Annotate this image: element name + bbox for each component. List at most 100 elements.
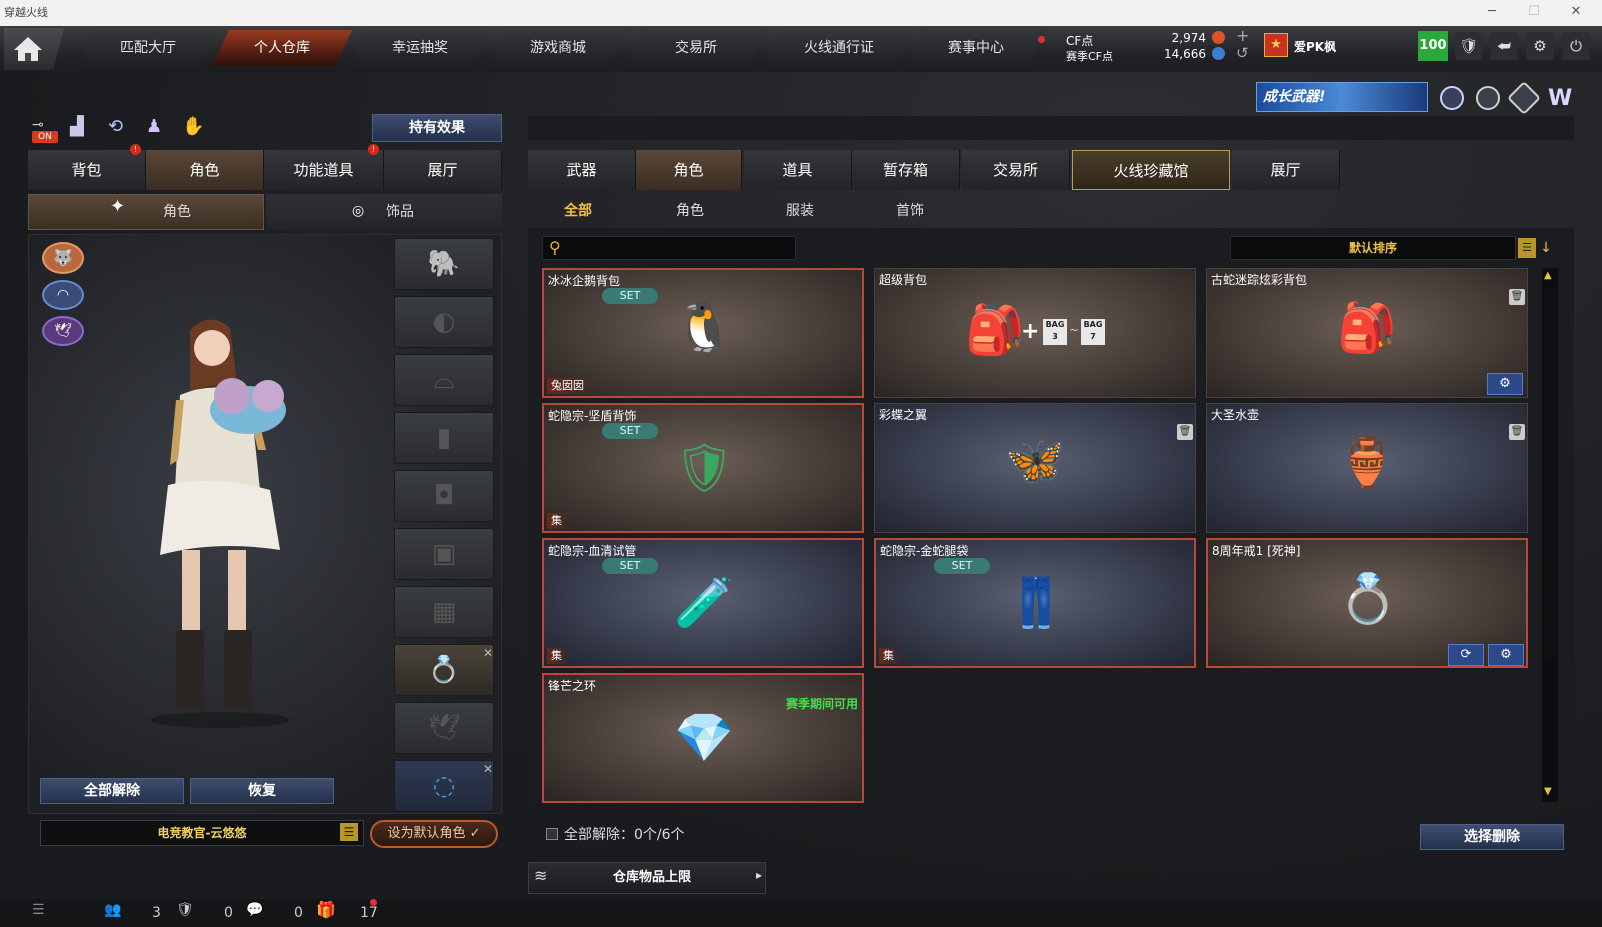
close-button[interactable]: ✕: [1556, 0, 1596, 26]
slot-face[interactable]: ◐: [394, 296, 494, 348]
nav-tab-trade[interactable]: 交易所: [626, 30, 766, 66]
list-view-icon[interactable]: ☰: [1518, 238, 1536, 258]
badge-v-icon[interactable]: [1440, 86, 1464, 110]
set-default-role-button[interactable]: 设为默认角色 ✓: [370, 820, 498, 848]
slot-eyes[interactable]: ⌓: [394, 354, 494, 406]
right-tab-trade[interactable]: 交易所: [962, 150, 1070, 190]
left-tab-bag[interactable]: 背包: [28, 150, 146, 190]
gear-icon[interactable]: ⚙: [1526, 32, 1554, 60]
scroll-thumb[interactable]: [1544, 288, 1556, 658]
growth-weapon-banner[interactable]: 成长武器!: [1256, 82, 1428, 112]
nav-tab-storage[interactable]: 个人仓库: [212, 30, 352, 66]
exit-room-icon[interactable]: ⮨: [1490, 32, 1518, 60]
trash-icon[interactable]: 🗑: [1509, 289, 1525, 305]
slot-body[interactable]: ▣: [394, 528, 494, 580]
remove-ring-icon[interactable]: ✕: [483, 646, 493, 660]
bottom-bar: [0, 899, 1602, 927]
pose-bird-icon[interactable]: 🕊: [42, 316, 84, 346]
sort-dropdown[interactable]: 默认排序: [1230, 236, 1516, 260]
list-icon[interactable]: ☰: [32, 902, 45, 918]
refresh-icon[interactable]: ↺: [1236, 44, 1249, 62]
nav-tab-match[interactable]: 匹配大厅: [78, 30, 218, 66]
sort-down-icon[interactable]: ↓: [1538, 238, 1554, 258]
slot-bracelet[interactable]: ◌: [394, 760, 494, 812]
friends-icon[interactable]: 👥: [104, 902, 121, 918]
pants-icon: ▦: [431, 597, 457, 627]
right-tab-role[interactable]: 角色: [636, 150, 742, 190]
menu-icon[interactable]: ☰: [340, 823, 358, 841]
item-card[interactable]: 大圣水壶 🗑 🏺: [1206, 403, 1528, 533]
pose-mask-icon[interactable]: ◠: [42, 280, 84, 310]
right-tab-weapon[interactable]: 武器: [528, 150, 636, 190]
item-card[interactable]: 蛇隐宗-坚盾背饰 SET 🛡 集: [542, 403, 864, 533]
slot-ring[interactable]: 💍: [394, 644, 494, 696]
item-card[interactable]: 蛇隐宗-金蛇腿袋 SET 👖 集: [874, 538, 1196, 668]
slot-neck[interactable]: ▮: [394, 412, 494, 464]
search-input[interactable]: [571, 239, 791, 257]
character-pose-icon[interactable]: ♟: [146, 116, 162, 137]
nav-tab-events[interactable]: 赛事中心: [906, 30, 1046, 66]
nav-tab-shop[interactable]: 游戏商城: [488, 30, 628, 66]
convert-gp-button[interactable]: ⟳: [1448, 644, 1484, 666]
slot-legs[interactable]: ▦: [394, 586, 494, 638]
nav-tab-pass[interactable]: 火线通行证: [764, 30, 914, 66]
toggle-on-badge[interactable]: ON: [32, 131, 58, 143]
chat-icon[interactable]: 💬: [246, 902, 263, 918]
select-delete-button[interactable]: 选择删除: [1420, 824, 1564, 850]
shield-icon[interactable]: 🛡: [1455, 32, 1483, 60]
trash-icon[interactable]: 🗑: [1509, 424, 1525, 440]
left-tab-hall[interactable]: 展厅: [384, 150, 502, 190]
item-card[interactable]: 蛇隐宗-血清试管 SET 🧪 集: [542, 538, 864, 668]
subtab-jewelry[interactable]: 首饰: [860, 195, 960, 227]
item-settings-button[interactable]: ⚙: [1488, 644, 1524, 666]
right-tab-item[interactable]: 道具: [744, 150, 852, 190]
set-badge: SET: [602, 558, 658, 574]
scroll-up-icon[interactable]: ▲: [1544, 270, 1552, 281]
search-box[interactable]: ⚲: [542, 236, 796, 260]
unequip-checkbox[interactable]: [546, 828, 558, 840]
remove-bracelet-icon[interactable]: ✕: [483, 762, 493, 776]
scrollbar[interactable]: ▲ ▼: [1542, 268, 1558, 802]
w-badge-icon[interactable]: W: [1548, 86, 1572, 111]
history-icon[interactable]: ⟲: [108, 116, 123, 137]
right-tab-storage-box[interactable]: 暂存箱: [852, 150, 960, 190]
holding-effect-button[interactable]: 持有效果: [372, 114, 502, 142]
maximize-button[interactable]: ☐: [1514, 0, 1554, 26]
left-tab-tools[interactable]: 功能道具: [264, 150, 384, 190]
item-card[interactable]: 8周年戒1 [死神] 💍 ⟳ ⚙: [1206, 538, 1528, 668]
left-subtab-accessory[interactable]: 饰品: [266, 194, 502, 230]
unequip-all-button[interactable]: 全部解除: [40, 778, 184, 804]
power-icon[interactable]: ⏻: [1562, 32, 1590, 60]
right-tab-collection[interactable]: 火线珍藏馆: [1072, 150, 1230, 190]
subtab-clothing[interactable]: 服装: [750, 195, 850, 227]
add-cf-button[interactable]: +: [1236, 26, 1249, 45]
item-card[interactable]: 古蛇迷踪炫彩背包 🗑 🎒 ⚙: [1206, 268, 1528, 398]
player-level: 100: [1418, 31, 1448, 61]
trash-icon[interactable]: 🗑: [1177, 424, 1193, 440]
restore-button[interactable]: 恢复: [190, 778, 334, 804]
stats-icon[interactable]: ▟: [70, 116, 84, 137]
target-icon[interactable]: [1476, 86, 1500, 110]
player-name[interactable]: 爱PK枫: [1294, 38, 1336, 55]
storage-limit-button[interactable]: 仓库物品上限: [528, 862, 766, 894]
left-tab-role[interactable]: 角色: [146, 150, 264, 190]
gift-icon[interactable]: 🎁: [316, 900, 336, 919]
item-settings-button[interactable]: ⚙: [1487, 373, 1523, 395]
pose-wolf-icon[interactable]: 🐺: [42, 242, 84, 274]
slot-back[interactable]: ◘: [394, 470, 494, 522]
nav-tab-lottery[interactable]: 幸运抽奖: [350, 30, 490, 66]
item-card[interactable]: 彩蝶之翼 🗑 🦋: [874, 403, 1196, 533]
guild-shield-icon[interactable]: 🛡: [176, 902, 194, 918]
left-subtab-role[interactable]: 角色: [28, 194, 264, 230]
item-card[interactable]: 锋芒之环 赛季期间可用 💎: [542, 673, 864, 803]
slot-wing[interactable]: 🕊: [394, 702, 494, 754]
right-tab-hall[interactable]: 展厅: [1232, 150, 1340, 190]
scroll-down-icon[interactable]: ▼: [1544, 786, 1552, 797]
item-card[interactable]: 超级背包 🎒 + BAG 3 ~ BAG 7: [874, 268, 1196, 398]
hand-icon[interactable]: ✋: [182, 116, 204, 137]
item-card[interactable]: 冰冰企鹅背包 SET 🐧 兔囡囡: [542, 268, 864, 398]
subtab-role[interactable]: 角色: [640, 195, 740, 227]
subtab-all[interactable]: 全部: [528, 195, 628, 227]
minimize-button[interactable]: ─: [1472, 0, 1512, 26]
slot-head[interactable]: 🐘: [394, 238, 494, 290]
